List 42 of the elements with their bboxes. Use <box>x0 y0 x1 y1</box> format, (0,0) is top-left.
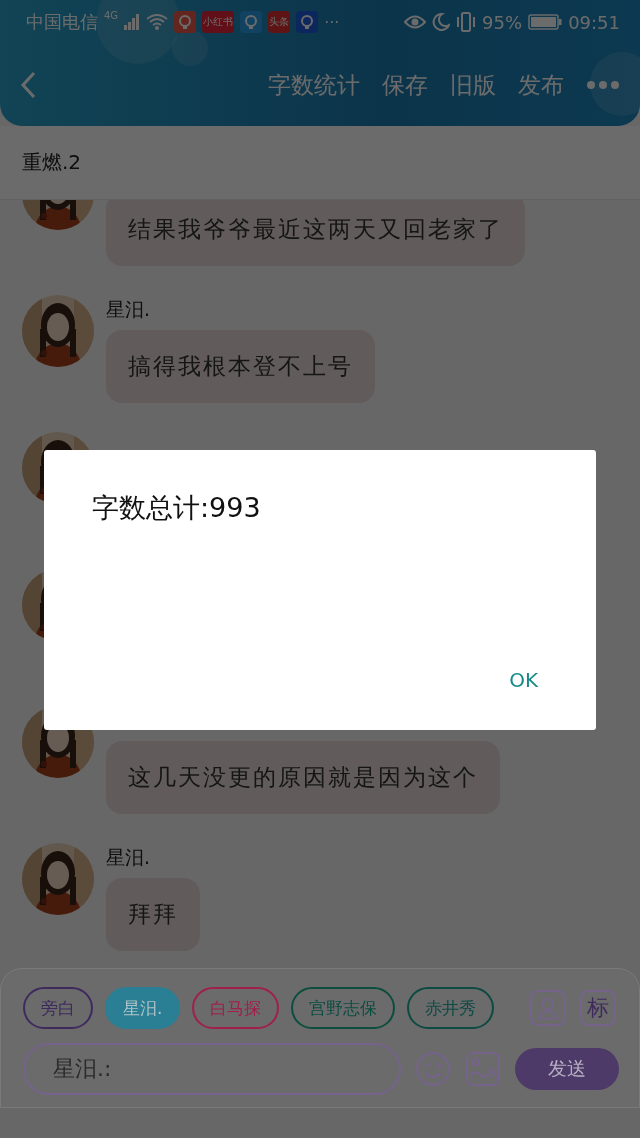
person-icon[interactable] <box>530 990 566 1026</box>
app-icon: 头条 <box>268 11 291 33</box>
role-chip[interactable]: 旁白 <box>23 987 93 1029</box>
signal-icon <box>124 14 141 30</box>
header-action[interactable]: 旧版 <box>450 69 496 101</box>
vibrate-icon <box>456 12 477 32</box>
carrier-name: 中国电信 <box>26 10 98 34</box>
battery-percent: 95% <box>482 11 523 33</box>
sender-name: 星汨. <box>106 846 151 868</box>
network-type: 4G <box>104 10 119 21</box>
dialog-message: 字数总计:993 <box>92 491 262 525</box>
sender-name: 星汨. <box>106 298 151 320</box>
message-bubble: 搞得我根本登不上号 <box>106 330 375 403</box>
chat-title: 重燃.2 <box>22 149 82 176</box>
header-action[interactable]: 保存 <box>382 69 428 101</box>
smiley-icon[interactable] <box>415 1051 451 1087</box>
wifi-icon <box>146 13 169 31</box>
send-button[interactable]: 发送 <box>515 1048 619 1090</box>
app-icon <box>296 11 319 33</box>
role-chip[interactable]: 白马探 <box>192 987 280 1029</box>
message-input[interactable]: 星汨.: <box>23 1043 401 1095</box>
tag-button[interactable]: 标 <box>580 990 616 1026</box>
header-action[interactable]: 发布 <box>518 69 564 101</box>
clock-time: 09:51 <box>568 11 620 33</box>
eye-icon <box>404 14 427 30</box>
message-bubble: 结果我爷爷最近这两天又回老家了 <box>106 200 525 266</box>
more-notifications: ··· <box>324 12 340 32</box>
app-icon <box>174 11 197 33</box>
battery-icon <box>528 14 563 30</box>
moon-icon <box>432 13 451 31</box>
role-chip[interactable]: 星汨. <box>105 987 181 1029</box>
role-chip[interactable]: 宫野志保 <box>291 987 396 1029</box>
app-icon <box>240 11 263 33</box>
app-icon: 小红书 <box>202 11 235 33</box>
more-icon[interactable] <box>586 80 620 90</box>
role-chip[interactable]: 赤井秀 <box>407 987 495 1029</box>
message-bubble: 这几天没更的原因就是因为这个 <box>106 741 500 814</box>
back-icon[interactable] <box>20 71 36 99</box>
image-icon[interactable] <box>465 1051 501 1087</box>
header-action[interactable]: 字数统计 <box>268 69 360 101</box>
message-bubble: 拜拜 <box>106 878 200 951</box>
ok-button[interactable]: OK <box>499 664 548 696</box>
